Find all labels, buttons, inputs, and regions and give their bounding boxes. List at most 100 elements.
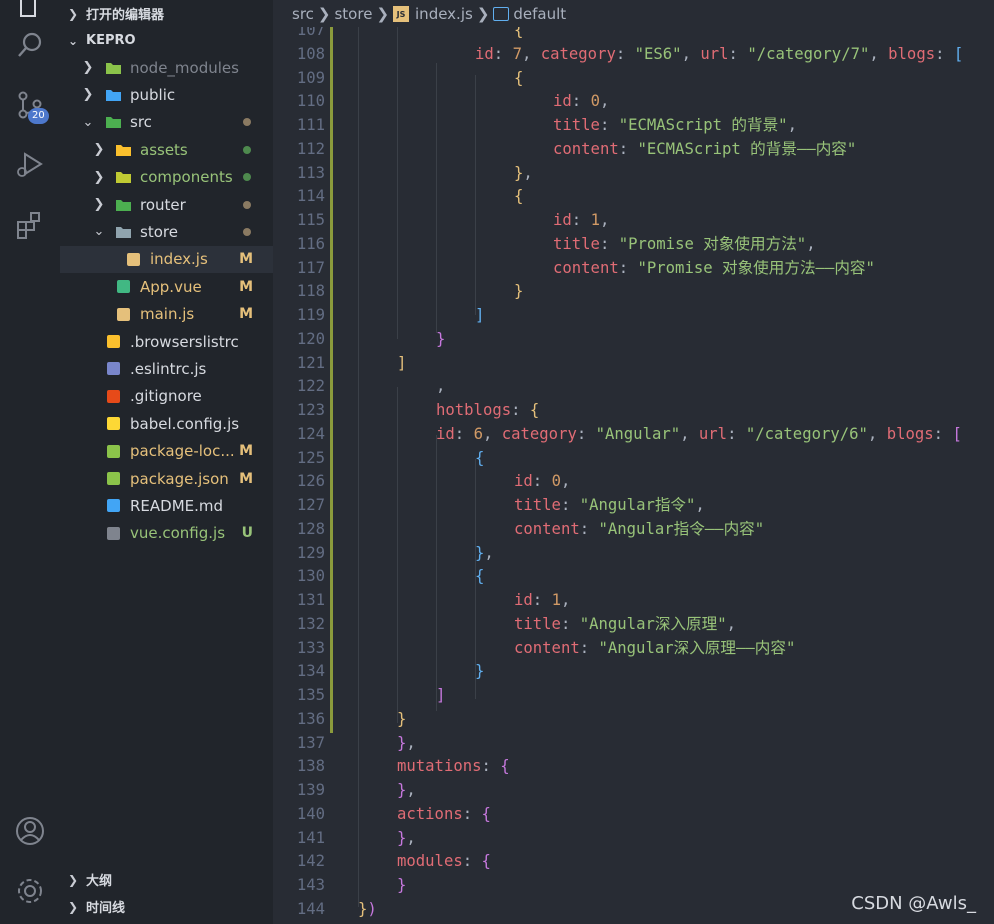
code-line[interactable]: 108 id: 7, category: "ES6", url: "/catego… (273, 42, 994, 66)
code-content: { (514, 68, 524, 87)
settings-gear-icon[interactable] (0, 866, 60, 916)
code-line[interactable]: 111 title: "ECMAScript 的背景", (273, 113, 994, 137)
tree-item[interactable]: README.md (60, 492, 273, 519)
code-line[interactable]: 116 title: "Promise 对象使用方法", (273, 232, 994, 256)
project-section[interactable]: ⌄ KEPRO (60, 27, 273, 54)
tree-item[interactable]: ❯ public (60, 81, 273, 108)
code-content: id: 1, (553, 211, 610, 229)
code-line[interactable]: 114 { (273, 184, 994, 208)
code-line[interactable]: 137}, (273, 731, 994, 755)
tree-item[interactable]: ❯ router (60, 191, 273, 218)
tree-item[interactable]: ❯ assets (60, 136, 273, 163)
code-line[interactable]: 110 id: 0, (273, 89, 994, 113)
tree-item-label: router (140, 195, 186, 214)
line-number: 128 (296, 519, 325, 538)
git-status-dot (243, 145, 251, 154)
components-folder-icon (114, 168, 132, 186)
tree-item[interactable]: ⌄ store (60, 218, 273, 245)
code-line[interactable]: 132 title: "Angular深入原理", (273, 612, 994, 636)
code-line[interactable]: 141}, (273, 826, 994, 850)
code-line[interactable]: 115 id: 1, (273, 208, 994, 232)
code-line[interactable]: 128 content: "Angular指令——内容" (273, 517, 994, 541)
breadcrumb-src[interactable]: src (292, 5, 314, 23)
code-line[interactable]: 125 { (273, 446, 994, 470)
code-line[interactable]: 113}, (273, 161, 994, 185)
tree-item[interactable]: main.js M (60, 301, 273, 328)
code-line[interactable]: 122, (273, 374, 994, 398)
code-content: } (475, 662, 485, 681)
code-content: id: 1, (514, 591, 571, 609)
outline-section[interactable]: ❯ 大纲 (60, 866, 273, 893)
code-content: id: 0, (553, 92, 610, 111)
tree-item[interactable]: App.vue M (60, 273, 273, 300)
breadcrumb-symbol[interactable]: default (513, 5, 566, 23)
line-number: 118 (296, 282, 325, 301)
breadcrumb-file[interactable]: index.js (415, 5, 473, 23)
breadcrumb-store[interactable]: store (334, 5, 372, 23)
line-number: 113 (296, 163, 325, 182)
code-line[interactable]: 123 hotblogs: { (273, 398, 994, 422)
tree-item[interactable]: .browserslistrc (60, 328, 273, 355)
code-line[interactable]: 126 id: 0, (273, 469, 994, 493)
code-editor[interactable]: 107 {108 id: 7, category: "ES6", url: "/ca… (273, 27, 994, 924)
extensions-icon[interactable] (0, 200, 60, 250)
code-line[interactable]: 120} (273, 327, 994, 351)
chevron-right-icon: ❯ (82, 87, 94, 103)
search-icon[interactable] (0, 20, 60, 70)
line-number: 142 (296, 852, 325, 871)
chevron-down-icon: ⌄ (82, 114, 94, 130)
code-line[interactable]: 119] (273, 303, 994, 327)
tree-item[interactable]: index.js M (60, 245, 273, 273)
code-line[interactable]: 139}, (273, 778, 994, 802)
node-folder-icon (104, 59, 122, 77)
account-icon[interactable] (0, 806, 60, 856)
tree-item[interactable]: .eslintrc.js (60, 355, 273, 382)
code-content: { (514, 187, 524, 206)
code-line[interactable]: 124 id: 6, category: "Angular", url: "/ca… (273, 422, 994, 446)
code-line[interactable]: 121] (273, 351, 994, 375)
tree-item-label: assets (140, 140, 188, 159)
tree-item[interactable]: package.json M (60, 465, 273, 492)
tree-item[interactable]: package-loc... M (60, 438, 273, 465)
tree-item[interactable]: ❯ node_modules (60, 54, 273, 81)
open-editors-section[interactable]: ❯ 打开的编辑器 (60, 0, 273, 27)
tree-item[interactable]: babel.config.js (60, 410, 273, 437)
timeline-section[interactable]: ❯ 时间线 (60, 893, 273, 920)
tree-item[interactable]: ❯ components (60, 164, 273, 191)
npm-file-icon (104, 442, 122, 460)
line-number: 137 (296, 733, 325, 752)
line-number: 126 (296, 472, 325, 491)
tree-item-label: package-loc... (130, 442, 235, 461)
line-number: 122 (296, 377, 325, 396)
code-line[interactable]: 134} (273, 659, 994, 683)
tree-item[interactable]: ⌄ src (60, 109, 273, 136)
code-line[interactable]: 112 content: "ECMAScript 的背景——内容" (273, 137, 994, 161)
code-content: ] (475, 306, 485, 324)
code-line[interactable]: 140 actions: { (273, 802, 994, 826)
code-content: id: 6, category: "Angular", url: "/categ… (436, 424, 962, 443)
tree-item[interactable]: .gitignore (60, 383, 273, 410)
code-line[interactable]: 118} (273, 279, 994, 303)
code-line[interactable]: 127 title: "Angular指令", (273, 493, 994, 517)
npm-file-icon (104, 470, 122, 488)
tree-item-label: README.md (130, 496, 224, 515)
code-line[interactable]: 131 id: 1, (273, 588, 994, 612)
tree-item-label: App.vue (140, 277, 202, 296)
code-line[interactable]: 142 modules: { (273, 849, 994, 873)
source-control-icon[interactable]: 20 (0, 80, 60, 130)
chevron-right-icon: ❯ (476, 4, 490, 23)
tree-item[interactable]: vue.config.js U (60, 520, 273, 547)
code-line[interactable]: 133 content: "Angular深入原理——内容" (273, 636, 994, 660)
run-debug-icon[interactable] (0, 140, 60, 190)
code-line[interactable]: 117 content: "Promise 对象使用方法——内容" (273, 256, 994, 280)
code-line[interactable]: 129}, (273, 541, 994, 565)
code-content: content: "Angular深入原理——内容" (514, 638, 796, 657)
git-status-badge: U (241, 525, 253, 542)
code-line[interactable]: 107 { (273, 27, 994, 42)
code-line[interactable]: 109 { (273, 66, 994, 90)
chevron-down-icon: ⌄ (68, 33, 79, 48)
code-line[interactable]: 135] (273, 683, 994, 707)
code-line[interactable]: 130 { (273, 564, 994, 588)
code-line[interactable]: 138 mutations: { (273, 754, 994, 778)
code-line[interactable]: 136} (273, 707, 994, 731)
